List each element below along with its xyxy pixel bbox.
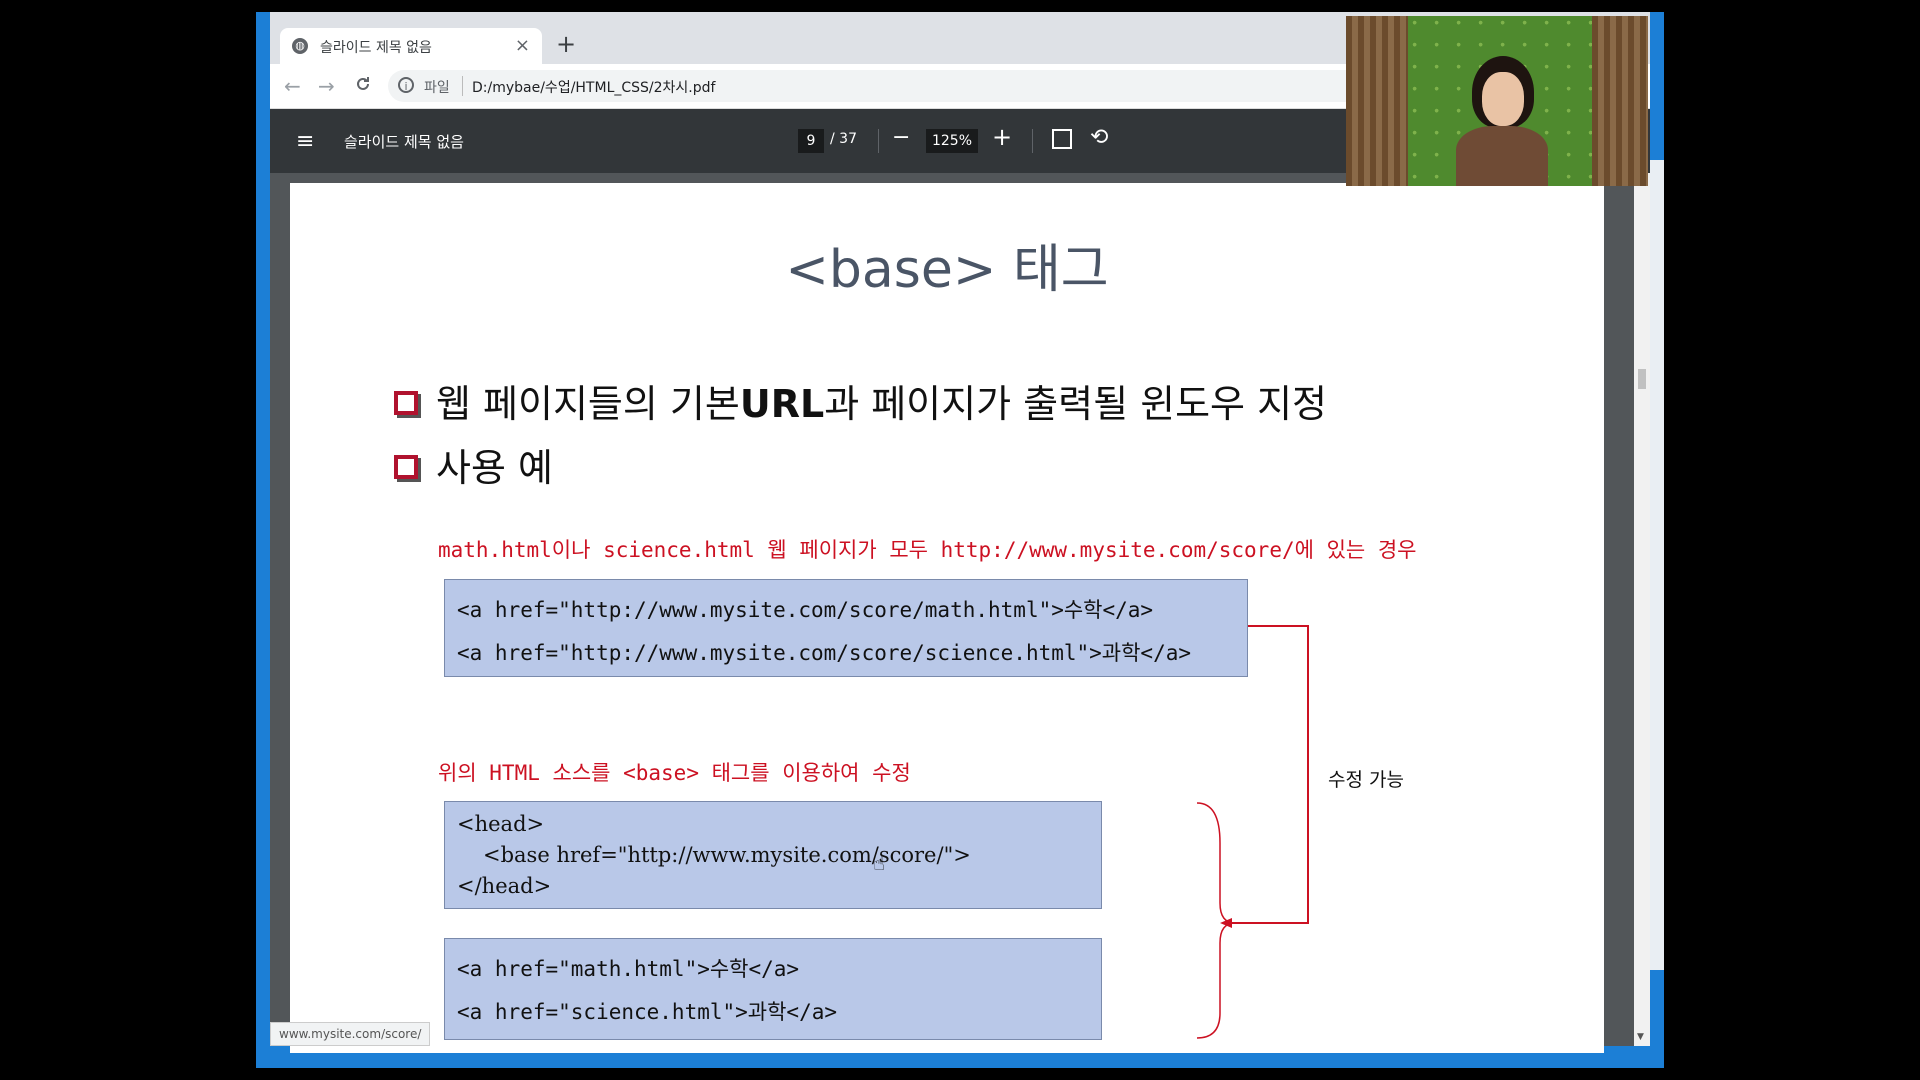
fit-to-page-icon[interactable] <box>1052 129 1072 149</box>
background-window-edge <box>1648 160 1664 970</box>
pdf-viewer: <base> 태그 웹 페이지들의 기본URL과 페이지가 출력될 윈도우 지정… <box>270 173 1650 1053</box>
code-box-relative-links: <a href="math.html">수학</a> <a href="scie… <box>444 938 1102 1040</box>
bullet-purpose-suffix: 과 페이지가 출력될 윈도우 지정 <box>824 382 1327 426</box>
bracket-line <box>1196 802 1236 1039</box>
bullet-purpose: 웹 페이지들의 기본URL과 페이지가 출력될 윈도우 지정 <box>394 373 1327 428</box>
zoom-out-button[interactable]: − <box>892 125 910 150</box>
checkbox-bullet-icon <box>394 454 418 479</box>
toolbar-divider <box>1032 129 1033 153</box>
presenter <box>1456 56 1548 186</box>
address-scheme: 파일 <box>424 80 450 96</box>
code-box-absolute-links: <a href="http://www.mysite.com/score/mat… <box>444 579 1248 677</box>
new-tab-button[interactable]: + <box>556 30 576 58</box>
wood-panel <box>1346 16 1408 186</box>
scrollbar-thumb[interactable] <box>1638 369 1646 389</box>
presenter-face <box>1482 72 1524 126</box>
page-number-input[interactable]: 9 <box>798 129 824 153</box>
code-line: <a href="math.html">수학</a> <box>457 957 800 981</box>
zoom-in-button[interactable]: + <box>992 123 1012 151</box>
scroll-down-icon[interactable]: ▼ <box>1637 1032 1644 1042</box>
vertical-scrollbar[interactable]: ▼ <box>1634 173 1650 1046</box>
menu-icon[interactable]: ≡ <box>296 129 314 154</box>
toolbar-divider <box>878 129 879 153</box>
zoom-level-input[interactable]: 125% <box>926 129 978 153</box>
forward-icon[interactable]: → <box>318 74 335 98</box>
code-line: <head> <box>457 812 545 836</box>
tab-title: 슬라이드 제목 없음 <box>320 40 432 56</box>
address-url[interactable]: D:/mybae/수업/HTML_CSS/2차시.pdf <box>472 77 715 97</box>
tab-active[interactable]: ◍ 슬라이드 제목 없음 × <box>280 28 542 64</box>
note-original-case: math.html이나 science.html 웹 페이지가 모두 http:… <box>438 538 1417 562</box>
code-line: <a href="science.html">과학</a> <box>457 1000 838 1024</box>
info-icon[interactable]: i <box>398 77 414 93</box>
page-total: / 37 <box>830 131 857 147</box>
code-line: </head> <box>457 874 552 898</box>
slide-title: <base> 태그 <box>785 240 1109 300</box>
pdf-document-title: 슬라이드 제목 없음 <box>344 133 464 151</box>
code-box-base-tag: <head> <base href="http://www.mysite.com… <box>444 801 1102 909</box>
tab-close-icon[interactable]: × <box>515 35 530 56</box>
code-line: <base href="http://www.mysite.com/score/… <box>483 843 971 867</box>
pdf-page: <base> 태그 웹 페이지들의 기본URL과 페이지가 출력될 윈도우 지정… <box>290 183 1604 1053</box>
bullet-example: 사용 예 <box>394 437 553 492</box>
bullet-example-text: 사용 예 <box>436 446 553 490</box>
annotation-editable: 수정 가능 <box>1328 769 1404 791</box>
presenter-body <box>1456 126 1548 186</box>
checkbox-bullet-icon <box>394 390 418 415</box>
status-bar-url: www.mysite.com/score/ <box>270 1022 431 1046</box>
code-line: <a href="http://www.mysite.com/score/sci… <box>457 641 1192 665</box>
globe-icon: ◍ <box>292 38 308 54</box>
mouse-cursor-icon: ☝ <box>873 851 886 875</box>
rotate-icon[interactable]: ⟲ <box>1090 125 1108 150</box>
note-base-modification: 위의 HTML 소스를 <base> 태그를 이용하여 수정 <box>438 761 911 785</box>
arrow-head <box>1220 918 1232 928</box>
reload-icon[interactable] <box>354 74 372 98</box>
webcam-overlay <box>1346 16 1648 186</box>
address-divider <box>462 76 463 96</box>
bullet-purpose-prefix: 웹 페이지들의 기본 <box>436 382 740 426</box>
bullet-purpose-bold: URL <box>739 382 825 426</box>
back-icon[interactable]: ← <box>284 74 301 98</box>
wood-panel <box>1592 16 1648 186</box>
code-line: <a href="http://www.mysite.com/score/mat… <box>457 598 1154 622</box>
